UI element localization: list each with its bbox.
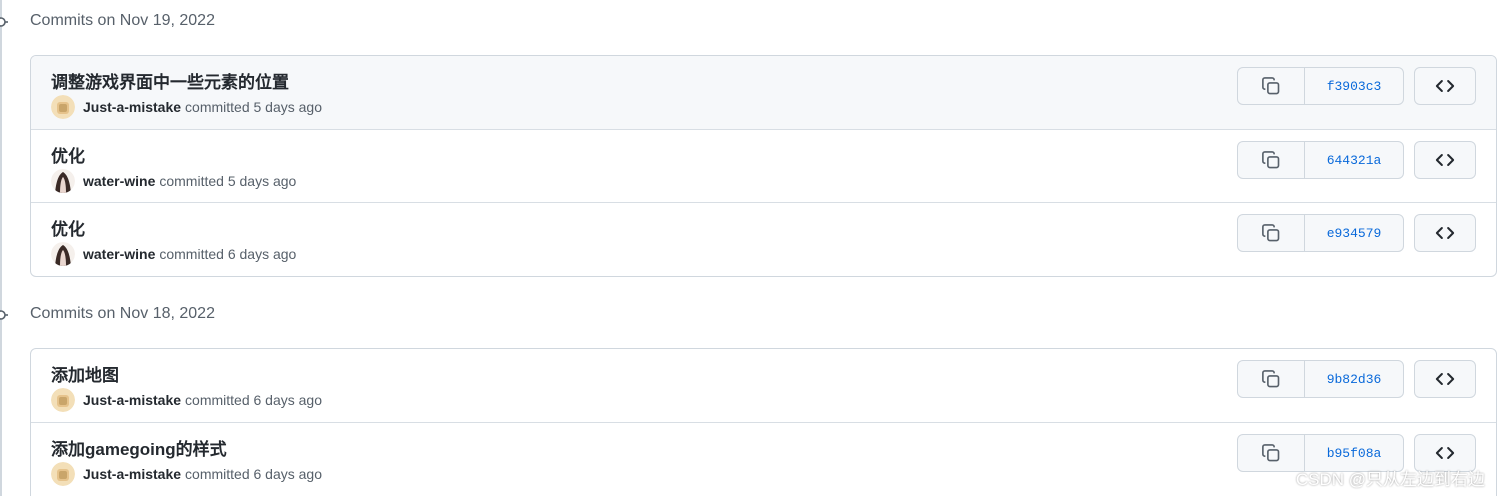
sha-button-group: f3903c3	[1237, 67, 1404, 105]
copy-icon	[1262, 77, 1280, 95]
copy-sha-button[interactable]	[1238, 142, 1305, 178]
copy-sha-button[interactable]	[1238, 215, 1305, 251]
timeline-line	[0, 0, 2, 496]
commit-time: committed 5 days ago	[185, 99, 323, 115]
author-link[interactable]: Just-a-mistake	[83, 392, 181, 408]
commit-timeline: Commits on Nov 19, 2022 调整游戏界面中一些元素的位置 J…	[0, 0, 1499, 496]
browse-repo-button[interactable]	[1414, 214, 1476, 252]
copy-icon	[1262, 444, 1280, 462]
code-icon	[1435, 80, 1455, 92]
code-icon	[1435, 373, 1455, 385]
commit-message-link[interactable]: 添加地图	[51, 361, 119, 386]
author-link[interactable]: Just-a-mistake	[83, 466, 181, 482]
commit-row: 添加gamegoing的样式 Just-a-mistake committed …	[31, 422, 1496, 495]
commit-row: 优化 water-wine committed 5 days ago 64432…	[31, 129, 1496, 202]
commit-sha-link[interactable]: f3903c3	[1305, 68, 1403, 104]
copy-icon	[1262, 370, 1280, 388]
commit-message-link[interactable]: 添加gamegoing的样式	[51, 435, 227, 460]
git-commit-icon	[0, 310, 8, 320]
author-link[interactable]: water-wine	[83, 173, 155, 189]
copy-sha-button[interactable]	[1238, 361, 1305, 397]
commit-list: 调整游戏界面中一些元素的位置 Just-a-mistake committed …	[30, 55, 1497, 277]
author-link[interactable]: Just-a-mistake	[83, 99, 181, 115]
commit-time: committed 5 days ago	[159, 173, 297, 189]
git-commit-icon	[0, 17, 8, 27]
browse-repo-button[interactable]	[1414, 360, 1476, 398]
commit-sha-link[interactable]: 644321a	[1305, 142, 1403, 178]
commit-row: 添加地图 Just-a-mistake committed 6 days ago	[31, 349, 1496, 422]
commit-meta: water-wine committed 6 days ago	[51, 242, 296, 266]
browse-repo-button[interactable]	[1414, 67, 1476, 105]
code-icon	[1435, 227, 1455, 239]
code-icon	[1435, 447, 1455, 459]
copy-sha-button[interactable]	[1238, 68, 1305, 104]
commit-meta: Just-a-mistake committed 6 days ago	[51, 388, 322, 412]
commit-message-link[interactable]: 调整游戏界面中一些元素的位置	[51, 68, 289, 93]
sha-button-group: 644321a	[1237, 141, 1404, 179]
browse-repo-button[interactable]	[1414, 141, 1476, 179]
group-title: Commits on Nov 18, 2022	[30, 305, 215, 322]
avatar[interactable]	[51, 242, 75, 266]
commit-sha-link[interactable]: 9b82d36	[1305, 361, 1403, 397]
group-title: Commits on Nov 19, 2022	[30, 12, 215, 29]
sha-button-group: e934579	[1237, 214, 1404, 252]
avatar[interactable]	[51, 95, 75, 119]
commit-time: committed 6 days ago	[185, 466, 323, 482]
commit-message-link[interactable]: 优化	[51, 142, 85, 167]
code-icon	[1435, 154, 1455, 166]
commit-meta: water-wine committed 5 days ago	[51, 169, 296, 193]
avatar[interactable]	[51, 462, 75, 486]
commit-time: committed 6 days ago	[159, 246, 297, 262]
commit-meta: Just-a-mistake committed 6 days ago	[51, 462, 322, 486]
author-link[interactable]: water-wine	[83, 246, 155, 262]
avatar[interactable]	[51, 388, 75, 412]
copy-icon	[1262, 151, 1280, 169]
sha-button-group: 9b82d36	[1237, 360, 1404, 398]
commit-row: 优化 water-wine committed 6 days ago e9345…	[31, 202, 1496, 275]
commit-time: committed 6 days ago	[185, 392, 323, 408]
avatar[interactable]	[51, 169, 75, 193]
watermark: CSDN @只从左边到右边	[1295, 470, 1485, 489]
commit-message-link[interactable]: 优化	[51, 215, 85, 240]
commit-meta: Just-a-mistake committed 5 days ago	[51, 95, 322, 119]
commit-sha-link[interactable]: e934579	[1305, 215, 1403, 251]
copy-icon	[1262, 224, 1280, 242]
commit-list: 添加地图 Just-a-mistake committed 6 days ago	[30, 348, 1497, 496]
commit-row: 调整游戏界面中一些元素的位置 Just-a-mistake committed …	[31, 56, 1496, 129]
